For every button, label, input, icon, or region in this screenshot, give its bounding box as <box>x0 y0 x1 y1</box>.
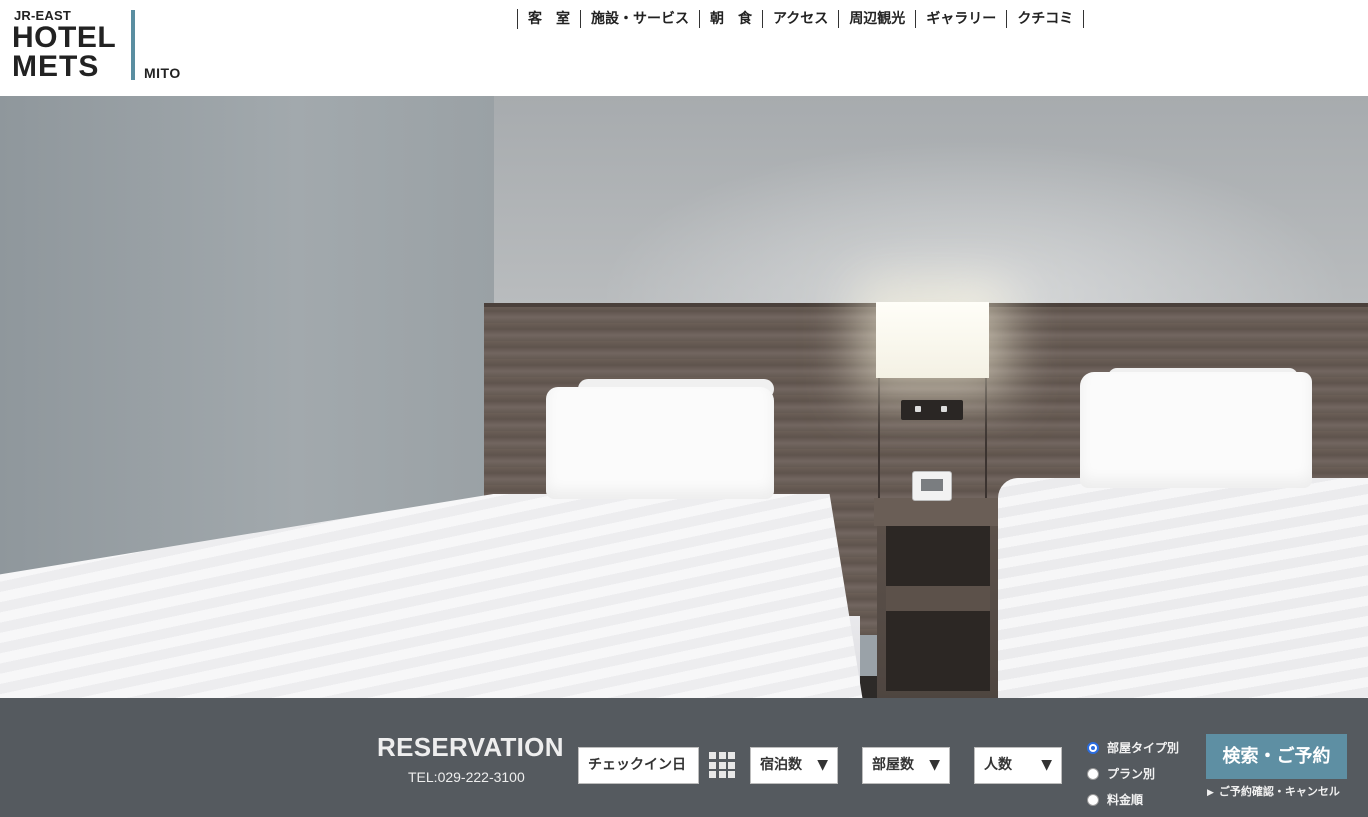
nav-item-breakfast[interactable]: 朝 食 <box>700 10 763 28</box>
photo-pillow <box>546 387 774 499</box>
chevron-down-icon: ▼ <box>1041 757 1052 773</box>
nav-item-reviews[interactable]: クチコミ <box>1007 10 1085 28</box>
radio-option-price[interactable]: 料金順 <box>1087 787 1179 813</box>
people-select[interactable]: 人数 ▼ <box>974 747 1062 784</box>
hotel-logo[interactable]: JR-EAST HOTEL METS MITO <box>12 8 192 88</box>
radio-option-room-type[interactable]: 部屋タイプ別 <box>1087 735 1179 761</box>
photo-nightstand-shelf <box>886 586 990 611</box>
reservation-confirm-cancel-link[interactable]: ▶ ご予約確認・キャンセル <box>1207 785 1340 800</box>
site-header: JR-EAST HOTEL METS MITO 客 室 施設・サービス 朝 食 … <box>0 0 1368 96</box>
radio-button-checked[interactable] <box>1087 742 1099 754</box>
reservation-title: RESERVATION <box>377 732 564 762</box>
reservation-bar: RESERVATION TEL:029-222-3100 チェックイン日 宿泊数… <box>0 698 1368 817</box>
photo-light-switch <box>901 400 963 420</box>
radio-option-plan[interactable]: プラン別 <box>1087 761 1179 787</box>
cancel-link-label: ご予約確認・キャンセル <box>1218 785 1340 798</box>
logo-location: MITO <box>144 65 181 81</box>
search-reserve-button[interactable]: 検索・ご予約 <box>1206 734 1347 779</box>
main-nav: 客 室 施設・サービス 朝 食 アクセス 周辺観光 ギャラリー クチコミ <box>517 9 1085 29</box>
play-triangle-icon: ▶ <box>1207 788 1214 798</box>
nav-item-rooms[interactable]: 客 室 <box>518 10 581 28</box>
photo-nightstand-opening <box>886 526 990 586</box>
radio-button[interactable] <box>1087 794 1099 806</box>
radio-label: 部屋タイプ別 <box>1107 741 1180 755</box>
radio-label: プラン別 <box>1107 767 1156 781</box>
reservation-phone: TEL:029-222-3100 <box>408 769 525 785</box>
photo-pillow <box>1080 372 1312 488</box>
photo-lamp <box>876 302 989 378</box>
chevron-down-icon: ▼ <box>929 757 940 773</box>
photo-nightstand-opening <box>886 611 990 691</box>
calendar-grid-icon[interactable] <box>709 752 735 778</box>
nights-select-label: 宿泊数 <box>760 757 802 773</box>
hero-room-photo <box>0 96 1368 698</box>
nav-item-access[interactable]: アクセス <box>763 10 840 28</box>
photo-alarm-clock <box>912 471 952 501</box>
nav-item-facilities[interactable]: 施設・サービス <box>581 10 700 28</box>
rooms-select[interactable]: 部屋数 ▼ <box>862 747 950 784</box>
checkin-date-field[interactable]: チェックイン日 <box>578 747 699 784</box>
logo-hotel-text: HOTEL <box>12 21 117 54</box>
nav-item-sightseeing[interactable]: 周辺観光 <box>839 10 917 28</box>
photo-nightstand-top <box>874 498 1001 526</box>
rooms-select-label: 部屋数 <box>872 757 914 773</box>
logo-mets-text: METS <box>12 50 100 83</box>
nav-item-gallery[interactable]: ギャラリー <box>916 10 1008 28</box>
chevron-down-icon: ▼ <box>817 757 828 773</box>
radio-button[interactable] <box>1087 768 1099 780</box>
photo-wall-right <box>494 96 1368 306</box>
people-select-label: 人数 <box>984 757 1012 773</box>
logo-divider-bar <box>131 10 135 80</box>
radio-label: 料金順 <box>1107 793 1144 807</box>
sort-radio-group: 部屋タイプ別 プラン別 料金順 <box>1087 735 1179 813</box>
nights-select[interactable]: 宿泊数 ▼ <box>750 747 838 784</box>
photo-bed-right <box>998 478 1368 698</box>
